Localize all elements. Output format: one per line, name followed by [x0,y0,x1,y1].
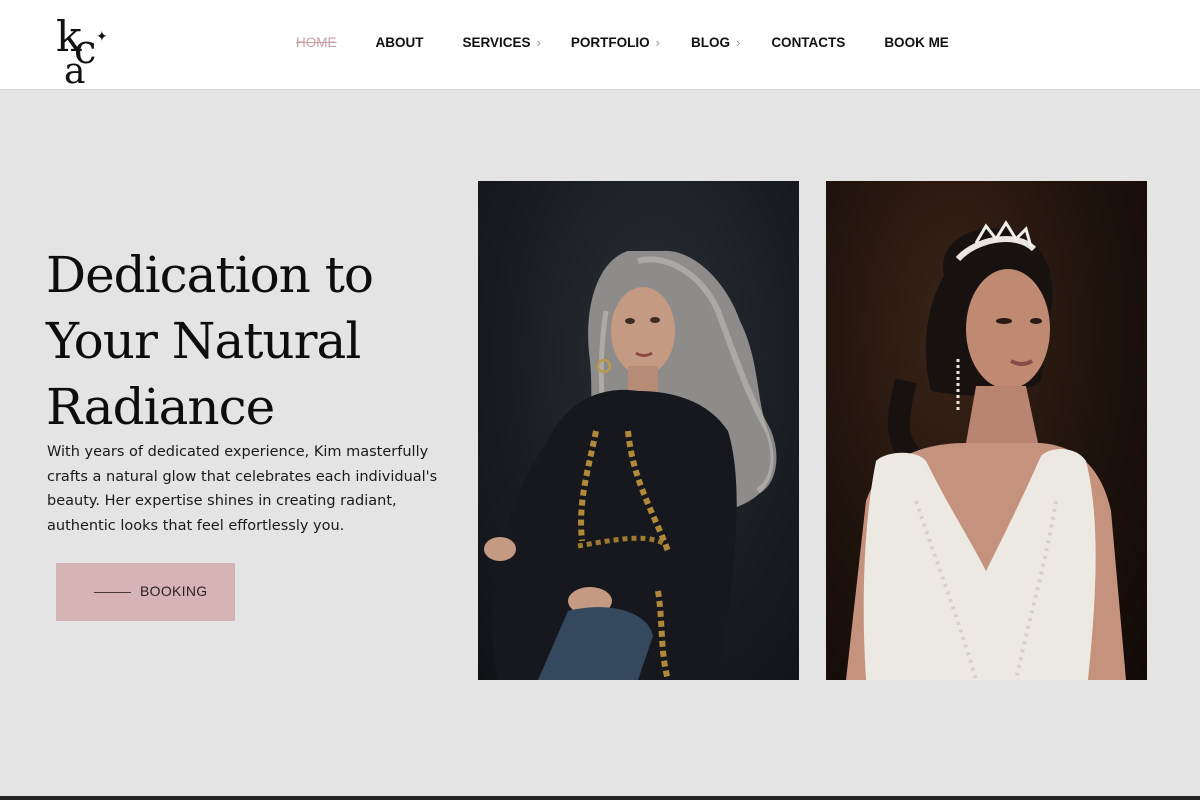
hero-title-line: Your Natural [46,312,361,370]
nav-label: CONTACTS [771,34,846,50]
chevron-right-icon[interactable]: › [656,35,660,50]
hero-title-line: Dedication to [46,246,374,304]
site-header: k c a ✦ HOME ABOUT SERVICES › PORTFOLIO … [0,0,1200,90]
nav-item-about[interactable]: ABOUT [376,35,424,50]
nav-label: SERVICES [462,34,531,50]
nav-label: ABOUT [375,34,424,50]
nav-item-blog[interactable]: BLOG › [691,35,740,50]
portrait-photo-mature-woman [478,181,799,680]
portrait-illustration [484,250,777,680]
hero-title: Dedication to Your Natural Radiance [46,242,466,440]
sparkle-icon: ✦ [96,29,108,45]
nav-label: BOOK ME [884,34,949,50]
nav-label: BLOG [690,34,730,50]
chevron-right-icon[interactable]: › [736,35,740,50]
booking-button[interactable]: BOOKING [56,563,235,621]
nav-label: PORTFOLIO [570,34,650,50]
button-line-decoration [94,592,131,593]
hero-title-line: Radiance [46,378,275,436]
main-nav: HOME ABOUT SERVICES › PORTFOLIO › BLOG ›… [296,32,949,52]
site-logo[interactable]: k c a ✦ [54,16,114,90]
nav-item-services[interactable]: SERVICES › [463,35,541,50]
booking-button-label: BOOKING [140,583,208,599]
nav-item-portfolio[interactable]: PORTFOLIO › [571,35,660,50]
logo-letter-a: a [64,51,86,92]
portrait-illustration [846,220,1126,680]
nav-item-home[interactable]: HOME [296,35,337,50]
nav-item-book-me[interactable]: BOOK ME [884,35,949,50]
nav-item-contacts[interactable]: CONTACTS [771,35,845,50]
hero-description: With years of dedicated experience, Kim … [47,444,438,534]
portrait-photo-bride [826,181,1147,680]
chevron-right-icon[interactable]: › [537,35,541,50]
nav-label: HOME [296,34,337,50]
page-bottom-bar [0,796,1200,800]
